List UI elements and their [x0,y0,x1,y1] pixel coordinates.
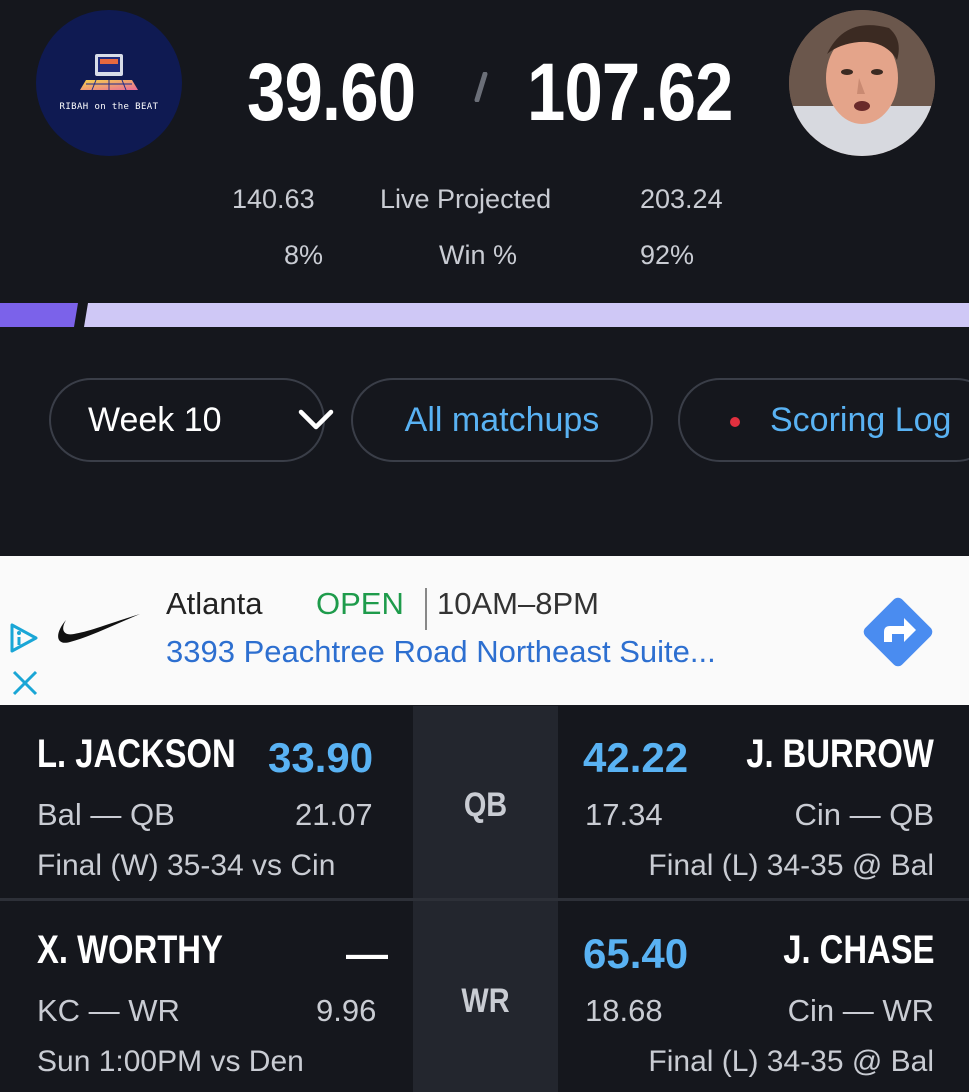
left-player-projection: 21.07 [295,797,373,832]
week-label: Week 10 [88,401,222,439]
close-icon[interactable] [10,668,40,698]
ad-city: Atlanta [166,586,263,621]
ad-divider [425,588,427,630]
right-player-name[interactable]: J. BURROW [746,732,934,777]
week-selector[interactable]: Week 10 [49,378,334,462]
all-matchups-label: All matchups [404,401,600,439]
matchup-header: RIBAH on the BEAT 39.60 107.62 140.63 Li… [0,0,969,300]
right-player-name[interactable]: J. CHASE [783,928,934,973]
directions-icon[interactable] [856,590,940,674]
left-player-projection: 9.96 [316,993,377,1028]
left-player-team-position: KC — WR [37,993,180,1028]
opponent-score: 107.62 [527,47,733,138]
right-player-game-status: Final (L) 34-35 @ Bal [648,1045,934,1078]
right-player-projection: 18.68 [585,993,663,1028]
right-player-projection: 17.34 [585,797,663,832]
win-probability-left-fill [0,303,78,327]
opponent-projected-points: 203.24 [640,184,723,214]
right-player-points: 65.40 [583,930,689,977]
team-logo-text: RIBAH on the BEAT [59,102,159,112]
right-player-game-status: Final (L) 34-35 @ Bal [648,849,934,882]
adchoices-icon[interactable] [8,622,40,654]
win-percent-label: Win % [439,240,518,270]
left-player-name[interactable]: X. WORTHY [37,928,223,973]
ad-address-link[interactable]: 3393 Peachtree Road Northeast Suite... [166,634,716,670]
position-label: QB [463,786,508,824]
left-player-team-position: Bal — QB [37,797,175,832]
row-divider [0,898,969,901]
right-player-team-position: Cin — QB [794,797,934,832]
my-projected-points: 140.63 [232,184,315,214]
chevron-down-icon [298,409,334,430]
opponent-photo-icon [789,10,935,156]
win-probability-bar [0,303,969,327]
matchup-list: L. JACKSON 33.90 Bal — QB 21.07 Final (W… [0,706,969,1092]
all-matchups-button[interactable]: All matchups [351,378,653,462]
right-player-team-position: Cin — WR [787,993,934,1028]
left-player-game-status: Final (W) 35-34 vs Cin [37,849,336,882]
win-probability-right-fill [84,303,969,327]
live-projected-label: Live Projected [380,184,552,214]
ad-banner[interactable]: Atlanta OPEN 10AM–8PM 3393 Peachtree Roa… [0,556,969,705]
opponent-win-percent: 92% [640,240,695,270]
scoring-log-button[interactable]: Scoring Log [678,378,969,462]
left-player-game-status: Sun 1:00PM vs Den [37,1045,304,1078]
live-dot-icon [730,417,740,427]
opponent-avatar[interactable] [789,10,935,156]
ad-hours: 10AM–8PM [437,586,599,621]
right-player-points: 42.22 [583,734,689,781]
retro-computer-icon [80,54,138,91]
my-score: 39.60 [247,47,416,138]
nike-swoosh-icon [58,614,140,643]
ad-open-status: OPEN [316,586,404,621]
left-player-points: — [346,930,388,977]
left-player-name[interactable]: L. JACKSON [37,732,236,777]
my-win-percent: 8% [284,240,324,270]
scoring-log-label: Scoring Log [770,401,952,439]
left-player-points: 33.90 [268,734,374,781]
score-separator [474,72,488,102]
position-label: WR [461,982,510,1020]
my-team-logo[interactable]: RIBAH on the BEAT [36,10,182,156]
